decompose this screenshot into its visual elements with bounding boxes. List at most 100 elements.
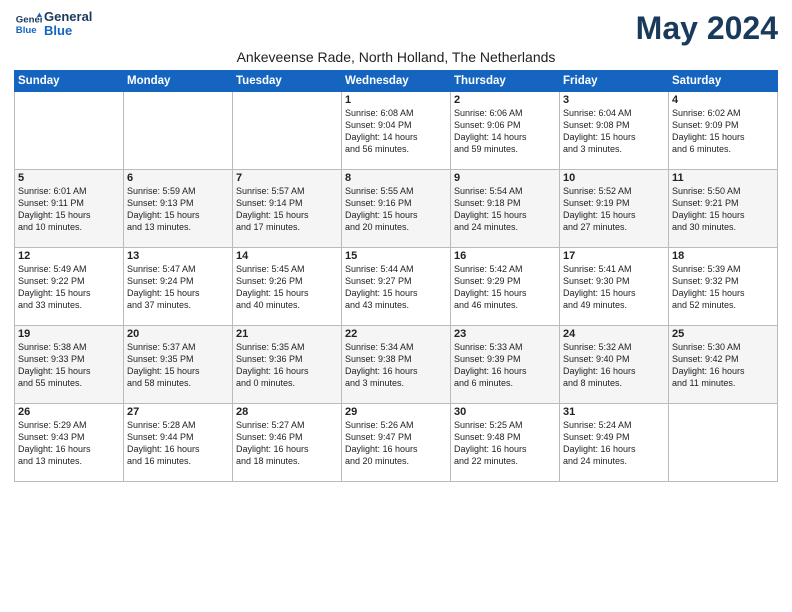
day-number: 24 [563, 328, 665, 340]
day-number: 8 [345, 172, 447, 184]
day-info: Sunrise: 5:44 AM Sunset: 9:27 PM Dayligh… [345, 263, 447, 312]
day-info: Sunrise: 5:45 AM Sunset: 9:26 PM Dayligh… [236, 263, 338, 312]
day-number: 11 [672, 172, 774, 184]
day-info: Sunrise: 6:08 AM Sunset: 9:04 PM Dayligh… [345, 107, 447, 156]
svg-text:Blue: Blue [16, 25, 37, 36]
day-number: 25 [672, 328, 774, 340]
calendar-cell: 4Sunrise: 6:02 AM Sunset: 9:09 PM Daylig… [669, 92, 778, 170]
day-number: 3 [563, 94, 665, 106]
day-info: Sunrise: 5:52 AM Sunset: 9:19 PM Dayligh… [563, 185, 665, 234]
day-number: 10 [563, 172, 665, 184]
day-number: 13 [127, 250, 229, 262]
calendar-cell: 2Sunrise: 6:06 AM Sunset: 9:06 PM Daylig… [451, 92, 560, 170]
calendar-cell: 30Sunrise: 5:25 AM Sunset: 9:48 PM Dayli… [451, 404, 560, 482]
day-info: Sunrise: 5:28 AM Sunset: 9:44 PM Dayligh… [127, 419, 229, 468]
calendar-cell: 25Sunrise: 5:30 AM Sunset: 9:42 PM Dayli… [669, 326, 778, 404]
day-number: 22 [345, 328, 447, 340]
day-info: Sunrise: 5:24 AM Sunset: 9:49 PM Dayligh… [563, 419, 665, 468]
day-info: Sunrise: 6:01 AM Sunset: 9:11 PM Dayligh… [18, 185, 120, 234]
calendar-cell: 14Sunrise: 5:45 AM Sunset: 9:26 PM Dayli… [233, 248, 342, 326]
day-info: Sunrise: 5:32 AM Sunset: 9:40 PM Dayligh… [563, 341, 665, 390]
header-row: Sunday Monday Tuesday Wednesday Thursday… [15, 71, 778, 92]
day-info: Sunrise: 5:34 AM Sunset: 9:38 PM Dayligh… [345, 341, 447, 390]
week-row-5: 26Sunrise: 5:29 AM Sunset: 9:43 PM Dayli… [15, 404, 778, 482]
day-info: Sunrise: 5:47 AM Sunset: 9:24 PM Dayligh… [127, 263, 229, 312]
calendar-cell [124, 92, 233, 170]
calendar-cell: 28Sunrise: 5:27 AM Sunset: 9:46 PM Dayli… [233, 404, 342, 482]
week-row-1: 1Sunrise: 6:08 AM Sunset: 9:04 PM Daylig… [15, 92, 778, 170]
week-row-4: 19Sunrise: 5:38 AM Sunset: 9:33 PM Dayli… [15, 326, 778, 404]
day-info: Sunrise: 5:49 AM Sunset: 9:22 PM Dayligh… [18, 263, 120, 312]
calendar-cell [669, 404, 778, 482]
col-friday: Friday [560, 71, 669, 92]
day-number: 17 [563, 250, 665, 262]
calendar-cell: 7Sunrise: 5:57 AM Sunset: 9:14 PM Daylig… [233, 170, 342, 248]
subtitle: Ankeveense Rade, North Holland, The Neth… [14, 49, 778, 65]
day-number: 12 [18, 250, 120, 262]
day-number: 9 [454, 172, 556, 184]
calendar-cell [15, 92, 124, 170]
logo-icon: General Blue [14, 10, 42, 38]
day-number: 28 [236, 406, 338, 418]
calendar-cell: 26Sunrise: 5:29 AM Sunset: 9:43 PM Dayli… [15, 404, 124, 482]
calendar-cell: 11Sunrise: 5:50 AM Sunset: 9:21 PM Dayli… [669, 170, 778, 248]
day-number: 23 [454, 328, 556, 340]
day-number: 2 [454, 94, 556, 106]
day-info: Sunrise: 5:29 AM Sunset: 9:43 PM Dayligh… [18, 419, 120, 468]
calendar-cell: 6Sunrise: 5:59 AM Sunset: 9:13 PM Daylig… [124, 170, 233, 248]
day-number: 31 [563, 406, 665, 418]
calendar-cell: 13Sunrise: 5:47 AM Sunset: 9:24 PM Dayli… [124, 248, 233, 326]
calendar-cell: 5Sunrise: 6:01 AM Sunset: 9:11 PM Daylig… [15, 170, 124, 248]
day-info: Sunrise: 5:57 AM Sunset: 9:14 PM Dayligh… [236, 185, 338, 234]
calendar-cell: 18Sunrise: 5:39 AM Sunset: 9:32 PM Dayli… [669, 248, 778, 326]
day-info: Sunrise: 5:42 AM Sunset: 9:29 PM Dayligh… [454, 263, 556, 312]
day-number: 1 [345, 94, 447, 106]
day-info: Sunrise: 5:38 AM Sunset: 9:33 PM Dayligh… [18, 341, 120, 390]
calendar-cell: 22Sunrise: 5:34 AM Sunset: 9:38 PM Dayli… [342, 326, 451, 404]
day-number: 7 [236, 172, 338, 184]
calendar-cell: 23Sunrise: 5:33 AM Sunset: 9:39 PM Dayli… [451, 326, 560, 404]
calendar-cell: 12Sunrise: 5:49 AM Sunset: 9:22 PM Dayli… [15, 248, 124, 326]
day-number: 20 [127, 328, 229, 340]
day-number: 30 [454, 406, 556, 418]
calendar-cell [233, 92, 342, 170]
header: General Blue General Blue May 2024 [14, 10, 778, 47]
day-info: Sunrise: 5:26 AM Sunset: 9:47 PM Dayligh… [345, 419, 447, 468]
col-tuesday: Tuesday [233, 71, 342, 92]
page: General Blue General Blue May 2024 Ankev… [0, 0, 792, 490]
day-number: 26 [18, 406, 120, 418]
day-number: 16 [454, 250, 556, 262]
col-saturday: Saturday [669, 71, 778, 92]
col-monday: Monday [124, 71, 233, 92]
col-thursday: Thursday [451, 71, 560, 92]
day-info: Sunrise: 5:54 AM Sunset: 9:18 PM Dayligh… [454, 185, 556, 234]
calendar-cell: 29Sunrise: 5:26 AM Sunset: 9:47 PM Dayli… [342, 404, 451, 482]
calendar-cell: 8Sunrise: 5:55 AM Sunset: 9:16 PM Daylig… [342, 170, 451, 248]
day-info: Sunrise: 5:25 AM Sunset: 9:48 PM Dayligh… [454, 419, 556, 468]
calendar-cell: 3Sunrise: 6:04 AM Sunset: 9:08 PM Daylig… [560, 92, 669, 170]
logo: General Blue General Blue [14, 10, 92, 39]
calendar-cell: 10Sunrise: 5:52 AM Sunset: 9:19 PM Dayli… [560, 170, 669, 248]
logo-line2: Blue [44, 24, 92, 38]
day-number: 29 [345, 406, 447, 418]
month-title: May 2024 [636, 10, 778, 47]
week-row-2: 5Sunrise: 6:01 AM Sunset: 9:11 PM Daylig… [15, 170, 778, 248]
day-info: Sunrise: 6:02 AM Sunset: 9:09 PM Dayligh… [672, 107, 774, 156]
day-number: 6 [127, 172, 229, 184]
day-info: Sunrise: 5:27 AM Sunset: 9:46 PM Dayligh… [236, 419, 338, 468]
col-wednesday: Wednesday [342, 71, 451, 92]
day-info: Sunrise: 5:33 AM Sunset: 9:39 PM Dayligh… [454, 341, 556, 390]
calendar-cell: 1Sunrise: 6:08 AM Sunset: 9:04 PM Daylig… [342, 92, 451, 170]
col-sunday: Sunday [15, 71, 124, 92]
day-info: Sunrise: 5:41 AM Sunset: 9:30 PM Dayligh… [563, 263, 665, 312]
day-info: Sunrise: 5:30 AM Sunset: 9:42 PM Dayligh… [672, 341, 774, 390]
day-number: 21 [236, 328, 338, 340]
calendar-cell: 15Sunrise: 5:44 AM Sunset: 9:27 PM Dayli… [342, 248, 451, 326]
calendar-cell: 27Sunrise: 5:28 AM Sunset: 9:44 PM Dayli… [124, 404, 233, 482]
week-row-3: 12Sunrise: 5:49 AM Sunset: 9:22 PM Dayli… [15, 248, 778, 326]
calendar-cell: 21Sunrise: 5:35 AM Sunset: 9:36 PM Dayli… [233, 326, 342, 404]
calendar-cell: 24Sunrise: 5:32 AM Sunset: 9:40 PM Dayli… [560, 326, 669, 404]
day-info: Sunrise: 5:35 AM Sunset: 9:36 PM Dayligh… [236, 341, 338, 390]
day-info: Sunrise: 6:04 AM Sunset: 9:08 PM Dayligh… [563, 107, 665, 156]
day-number: 14 [236, 250, 338, 262]
